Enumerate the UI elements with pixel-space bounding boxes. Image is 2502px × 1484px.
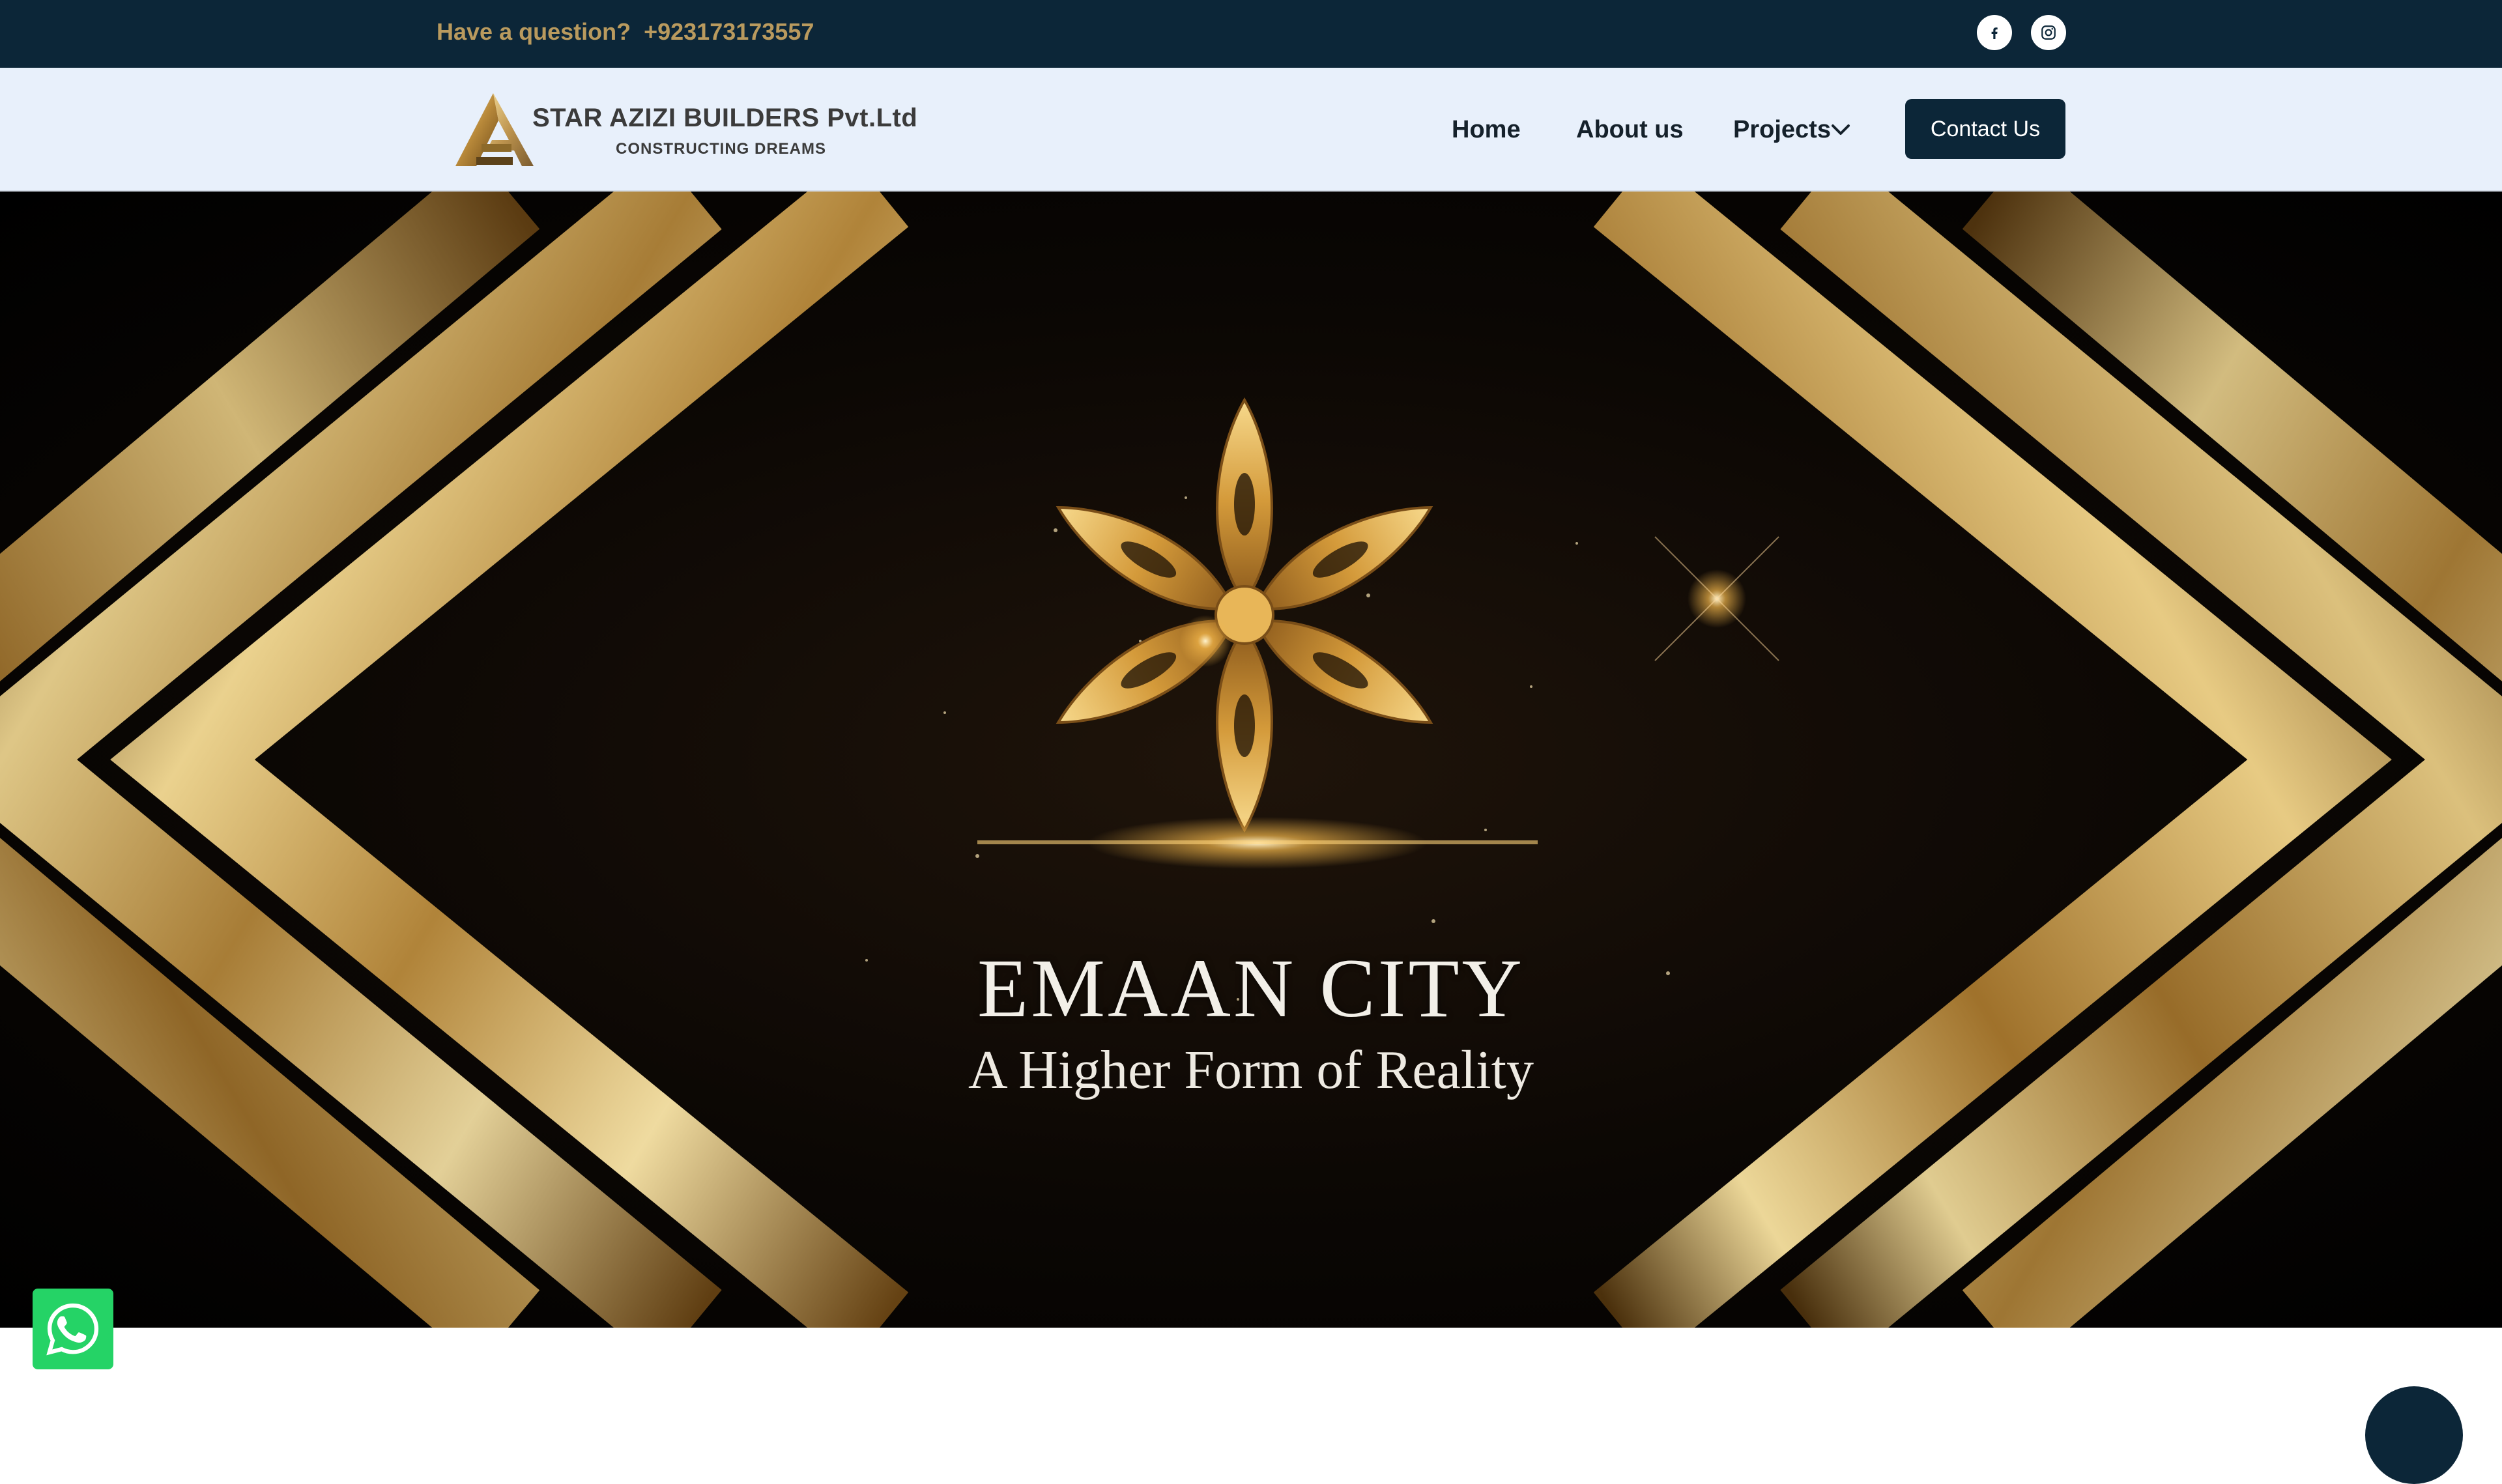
question-label: Have a question?: [437, 18, 631, 45]
instagram-icon[interactable]: [2031, 15, 2066, 50]
site-logo[interactable]: STAR AZIZI BUILDERS Pvt.Ltd CONSTRUCTING…: [453, 89, 917, 174]
logo-mark-icon: [455, 93, 534, 166]
whatsapp-icon: [46, 1303, 99, 1356]
hero-title: EMAAN CITY: [977, 942, 1525, 1035]
star-emblem: [1056, 397, 1433, 833]
facebook-icon[interactable]: [1977, 15, 2012, 50]
hero-background: [0, 192, 2502, 1328]
top-bar: Have a question? +923173173557: [0, 0, 2502, 68]
chevron-down-icon[interactable]: [1831, 122, 1850, 137]
contact-question: Have a question? +923173173557: [437, 18, 814, 46]
hero-subtitle: A Higher Form of Reality: [968, 1040, 1534, 1100]
phone-link[interactable]: +923173173557: [644, 18, 814, 45]
whatsapp-button[interactable]: [33, 1289, 113, 1369]
contact-us-button[interactable]: Contact Us: [1905, 99, 2065, 159]
logo-tagline: CONSTRUCTING DREAMS: [616, 140, 826, 158]
scroll-to-top-button[interactable]: [2365, 1386, 2463, 1484]
site-header: STAR AZIZI BUILDERS Pvt.Ltd CONSTRUCTING…: [0, 68, 2502, 192]
hero-banner: EMAAN CITY A Higher Form of Reality: [0, 192, 2502, 1328]
nav-home[interactable]: Home: [1452, 116, 1521, 144]
logo-name: STAR AZIZI BUILDERS Pvt.Ltd: [532, 104, 918, 132]
nav-about-us[interactable]: About us: [1576, 116, 1684, 144]
nav-projects[interactable]: Projects: [1733, 116, 1831, 144]
